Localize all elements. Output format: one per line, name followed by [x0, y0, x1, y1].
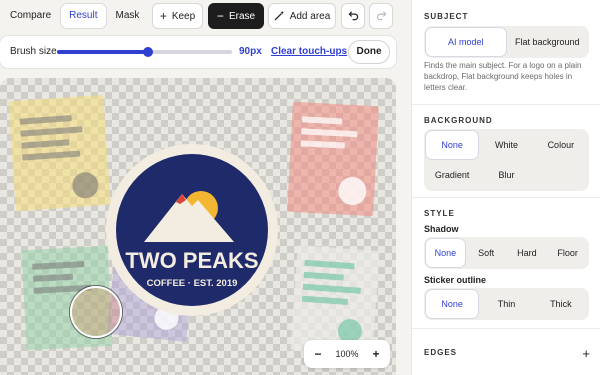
tab-mask[interactable]: Mask	[108, 4, 148, 28]
undo-button[interactable]	[341, 3, 365, 29]
erase-icon: −	[216, 9, 224, 23]
editor-toolbar: Compare Result Mask + Keep − Erase Add a…	[0, 0, 400, 32]
shadow-floor[interactable]: Floor	[548, 239, 587, 267]
background-blur[interactable]: Blur	[480, 161, 532, 189]
background-gradient[interactable]: Gradient	[426, 161, 478, 189]
background-section-title: BACKGROUND	[424, 116, 493, 125]
brush-settings-bar: Brush size 90px Clear touch-ups Done	[0, 36, 396, 68]
divider	[412, 197, 600, 198]
add-area-button[interactable]: Add area	[268, 3, 336, 29]
slider-fill	[57, 50, 148, 54]
shadow-label: Shadow	[424, 224, 459, 234]
zoom-in-button[interactable]: +	[370, 347, 382, 361]
logo-subtitle: COFFEE · EST. 2019	[147, 278, 238, 289]
brush-size-label: Brush size	[10, 46, 57, 57]
divider	[412, 104, 600, 105]
view-mode-switch: Compare Result Mask	[2, 3, 147, 29]
brush-size-slider[interactable]	[57, 46, 232, 58]
subject-help-text: Finds the main subject. For a logo on a …	[424, 61, 582, 92]
keep-button[interactable]: + Keep	[152, 3, 203, 29]
zoom-out-button[interactable]: −	[312, 347, 324, 361]
zoom-control: − 100% +	[304, 340, 390, 368]
brush-size-value: 90px	[239, 46, 262, 57]
done-button[interactable]: Done	[348, 40, 390, 64]
erase-button[interactable]: − Erase	[208, 3, 264, 29]
sticker-outline-label: Sticker outline	[424, 275, 487, 285]
redo-icon	[376, 10, 387, 23]
logo-title: TWO PEAKS	[125, 248, 258, 273]
shadow-options: None Soft Hard Floor	[424, 237, 589, 269]
zoom-level: 100%	[335, 349, 359, 359]
redo-button[interactable]	[369, 3, 393, 29]
undo-icon	[348, 10, 359, 23]
subject-section-title: SUBJECT	[424, 12, 469, 21]
keep-label: Keep	[171, 10, 196, 22]
settings-panel: SUBJECT AI model Flat background Finds t…	[411, 0, 600, 375]
divider	[412, 328, 600, 329]
brush-cursor	[70, 286, 122, 338]
background-none[interactable]: None	[426, 131, 479, 159]
two-peaks-logo: TWO PEAKS COFFEE · EST. 2019	[106, 144, 278, 316]
tab-result[interactable]: Result	[61, 4, 106, 28]
outline-thin[interactable]: Thin	[480, 290, 532, 318]
background-options: None White Colour Gradient Blur	[424, 129, 589, 191]
shadow-none[interactable]: None	[426, 239, 465, 267]
magic-wand-icon	[274, 10, 285, 23]
tab-compare[interactable]: Compare	[2, 4, 59, 28]
slider-thumb[interactable]	[143, 47, 153, 57]
outline-none[interactable]: None	[426, 290, 479, 318]
background-colour[interactable]: Colour	[535, 131, 587, 159]
subject-options: AI model Flat background	[424, 26, 589, 58]
outline-thick[interactable]: Thick	[535, 290, 587, 318]
erase-label: Erase	[228, 10, 256, 22]
clear-touchups-link[interactable]: Clear touch-ups	[271, 46, 347, 57]
shadow-hard[interactable]: Hard	[508, 239, 547, 267]
erased-yellow-card	[8, 94, 111, 212]
edges-section-title[interactable]: EDGES	[424, 348, 457, 357]
subject-flat-background[interactable]: Flat background	[508, 28, 588, 56]
erased-red-card	[287, 101, 379, 217]
sticker-outline-options: None Thin Thick	[424, 288, 589, 320]
plus-icon: +	[159, 9, 167, 23]
shadow-soft[interactable]: Soft	[467, 239, 506, 267]
style-section-title: STYLE	[424, 209, 455, 218]
image-canvas[interactable]: TWO PEAKS COFFEE · EST. 2019	[0, 78, 396, 375]
background-white[interactable]: White	[480, 131, 532, 159]
expand-edges-icon[interactable]: +	[582, 346, 590, 361]
add-area-label: Add area	[289, 10, 331, 22]
subject-ai-model[interactable]: AI model	[426, 28, 506, 56]
